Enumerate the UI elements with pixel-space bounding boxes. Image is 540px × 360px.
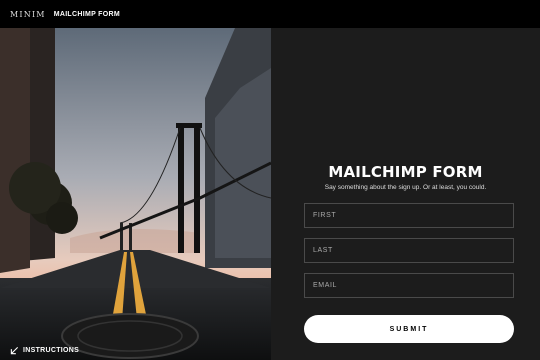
last-name-input[interactable] [304, 238, 514, 263]
logo[interactable]: MINIM [10, 10, 46, 19]
first-name-input[interactable] [304, 203, 514, 228]
form-subtitle: Say something about the sign up. Or at l… [324, 184, 487, 191]
top-bar: MINIM MAILCHIMP FORM [0, 0, 540, 28]
app-title: MAILCHIMP FORM [53, 10, 120, 18]
instructions-link[interactable]: INSTRUCTIONS [10, 346, 79, 355]
submit-button[interactable]: SUBMIT [304, 315, 514, 343]
hero-photo [0, 28, 271, 360]
form-panel: MAILCHIMP FORM Say something about the s… [271, 28, 540, 360]
instructions-label: INSTRUCTIONS [23, 347, 80, 354]
arrow-down-left-icon [10, 346, 19, 355]
email-input[interactable] [304, 273, 514, 298]
form-title: MAILCHIMP FORM [328, 163, 483, 181]
